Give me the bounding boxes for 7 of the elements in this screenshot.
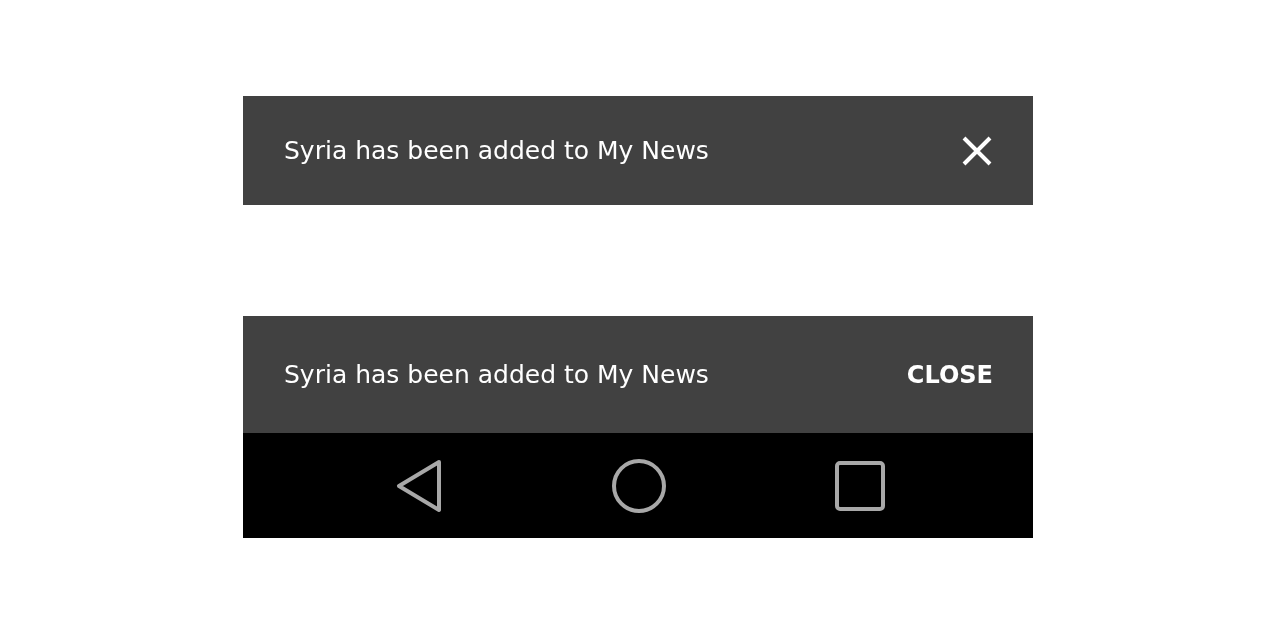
close-button[interactable]: CLOSE — [906, 360, 993, 389]
snackbar-message: Syria has been added to My News — [284, 136, 709, 165]
back-icon[interactable] — [395, 458, 443, 513]
recents-icon[interactable] — [835, 460, 885, 511]
snackbar-message: Syria has been added to My News — [284, 360, 709, 389]
close-icon[interactable] — [962, 135, 992, 166]
home-icon[interactable] — [612, 458, 666, 513]
